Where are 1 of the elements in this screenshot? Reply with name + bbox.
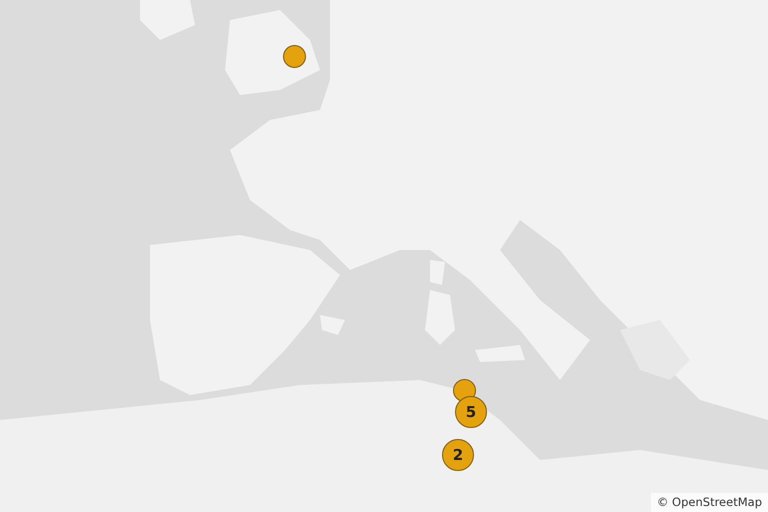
attribution-link[interactable]: © OpenStreetMap [650,492,768,512]
